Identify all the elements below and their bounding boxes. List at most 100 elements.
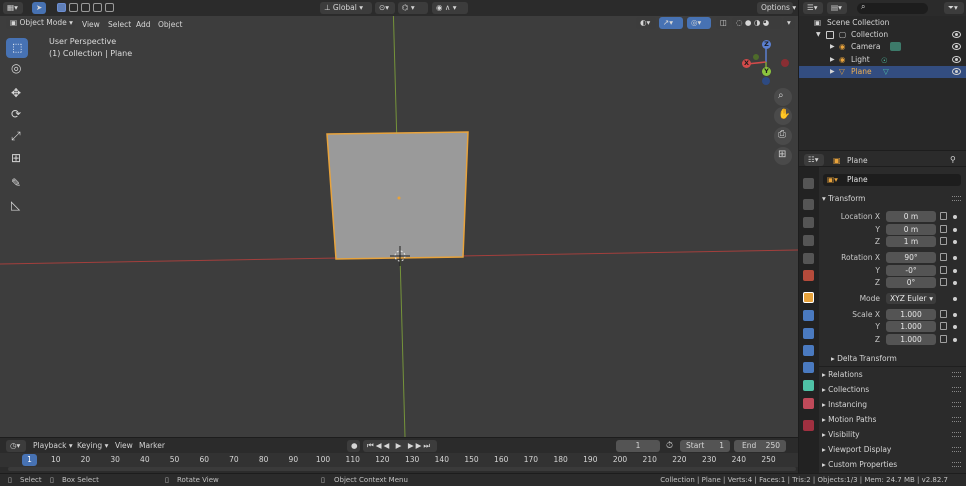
keyframe-icon[interactable] <box>953 297 957 301</box>
tool-move[interactable]: ✥ <box>6 84 28 104</box>
eye-icon[interactable] <box>952 31 961 38</box>
keyframe-icon[interactable] <box>953 228 957 232</box>
lock-icon[interactable] <box>940 335 947 343</box>
outliner-item-camera[interactable]: ▶ ◉ Camera <box>799 41 966 53</box>
panel-viewport-display-header[interactable]: ▸ Viewport Display <box>822 443 891 456</box>
tab-material[interactable] <box>803 398 814 409</box>
3d-viewport[interactable] <box>0 0 798 437</box>
tab-particles[interactable] <box>803 328 814 339</box>
gizmo-x-icon[interactable]: X <box>742 59 751 68</box>
record-button[interactable]: ● <box>347 440 360 452</box>
panel-motion-paths-header[interactable]: ▸ Motion Paths <box>822 413 876 426</box>
outliner-item-light[interactable]: ▶ ◉ Light ☉ <box>799 54 966 66</box>
scale-x-field[interactable]: 1.000 <box>886 309 936 320</box>
lock-icon[interactable] <box>940 310 947 318</box>
mode-subtract-icon[interactable] <box>81 3 90 12</box>
keyframe-icon[interactable] <box>953 256 957 260</box>
display-mode-dropdown[interactable]: ▤▾ <box>827 2 847 14</box>
lock-icon[interactable] <box>940 322 947 330</box>
pin-icon[interactable]: ⚲ <box>950 155 956 164</box>
tab-object[interactable] <box>803 292 814 303</box>
pan-button[interactable]: ✋ <box>774 107 792 125</box>
tab-texture[interactable] <box>803 420 814 431</box>
mode-intersect-icon[interactable] <box>105 3 114 12</box>
keyframe-icon[interactable] <box>953 325 957 329</box>
panel-collections-header[interactable]: ▸ Collections <box>822 383 869 396</box>
lock-icon[interactable] <box>940 212 947 220</box>
select-mode-button[interactable]: ➤ <box>32 2 46 14</box>
viewport-scene[interactable] <box>0 0 798 437</box>
tool-transform[interactable]: ⊞ <box>6 149 28 169</box>
tab-modifiers[interactable] <box>803 310 814 321</box>
xray-toggle[interactable]: ◫ <box>716 17 730 29</box>
keyframe-icon[interactable] <box>953 281 957 285</box>
gizmo-z-icon[interactable]: Z <box>762 40 771 49</box>
outliner-item-plane[interactable]: ▶ ▽ Plane ▽ <box>799 66 966 78</box>
tab-output[interactable] <box>803 217 814 228</box>
editor-type-button[interactable]: ▦▾ <box>3 2 23 14</box>
perspective-toggle[interactable]: ⊞ <box>774 147 792 165</box>
rotation-x-field[interactable]: 90° <box>886 252 936 263</box>
lock-icon[interactable] <box>940 237 947 245</box>
menu-add[interactable]: Add <box>136 19 151 31</box>
menu-view[interactable]: View <box>82 19 100 31</box>
checkbox-icon[interactable] <box>826 31 834 39</box>
tool-scale[interactable]: ⤢ <box>6 127 28 147</box>
location-z-field[interactable]: 1 m <box>886 236 936 247</box>
rotation-mode-dropdown[interactable]: XYZ Euler ▾ <box>886 293 936 304</box>
proportional-dropdown[interactable]: ◉ ∧ ▾ <box>432 2 468 14</box>
camera-view-button[interactable]: ⎙ <box>774 127 792 145</box>
tab-render[interactable] <box>803 199 814 210</box>
panel-custom-properties-header[interactable]: ▸ Custom Properties <box>822 458 897 471</box>
lock-icon[interactable] <box>940 278 947 286</box>
menu-keying[interactable]: Keying ▾ <box>77 440 108 452</box>
options-button[interactable]: Options ▾ <box>757 2 796 14</box>
drag-handle-icon[interactable] <box>952 372 961 377</box>
location-y-field[interactable]: 0 m <box>886 224 936 235</box>
lock-icon[interactable] <box>940 266 947 274</box>
tab-view-layer[interactable] <box>803 235 814 246</box>
object-name-field[interactable]: ▣▾ Plane <box>823 174 961 186</box>
shading-dropdown[interactable]: ▾ <box>783 17 795 29</box>
filter-dropdown[interactable]: ⏷▾ <box>944 2 964 14</box>
eye-icon[interactable] <box>952 68 961 75</box>
drag-handle-icon[interactable] <box>952 402 961 407</box>
tab-scene[interactable] <box>803 253 814 264</box>
keyframe-icon[interactable] <box>953 240 957 244</box>
tool-rotate[interactable]: ⟳ <box>6 105 28 125</box>
tab-tool[interactable] <box>803 178 814 189</box>
panel-visibility-header[interactable]: ▸ Visibility <box>822 428 860 441</box>
zoom-button[interactable]: ⌕ <box>774 88 792 106</box>
timeline-scrollbar[interactable] <box>8 467 796 471</box>
panel-transform-header[interactable]: ▾ Transform <box>822 192 865 205</box>
scale-z-field[interactable]: 1.000 <box>886 334 936 345</box>
start-frame-field[interactable]: Start 1 <box>680 440 730 452</box>
pivot-dropdown[interactable]: ⊙▾ <box>375 2 395 14</box>
mode-new-icon[interactable] <box>57 3 66 12</box>
lock-icon[interactable] <box>940 253 947 261</box>
overlay-toggle[interactable]: ◎▾ <box>687 17 711 29</box>
tool-cursor[interactable]: ◎ <box>6 59 28 79</box>
gizmo-y-icon[interactable]: Y <box>762 67 771 76</box>
menu-object[interactable]: Object <box>158 19 182 31</box>
keyframe-icon[interactable] <box>953 338 957 342</box>
drag-handle-icon[interactable] <box>952 417 961 422</box>
object-mode-dropdown[interactable]: ▣ Object Mode ▾ <box>6 17 75 29</box>
tab-physics[interactable] <box>803 345 814 356</box>
keyframe-icon[interactable] <box>953 215 957 219</box>
rotation-y-field[interactable]: -0° <box>886 265 936 276</box>
panel-instancing-header[interactable]: ▸ Instancing <box>822 398 867 411</box>
tab-constraints[interactable] <box>803 362 814 373</box>
current-frame-field[interactable]: 1 <box>616 440 660 452</box>
eye-icon[interactable] <box>952 43 961 50</box>
drag-handle-icon[interactable] <box>952 432 961 437</box>
menu-timeline-view[interactable]: View <box>115 440 133 452</box>
tool-measure[interactable]: ◺ <box>6 196 28 216</box>
end-frame-field[interactable]: End 250 <box>734 440 786 452</box>
eye-icon[interactable] <box>952 56 961 63</box>
drag-handle-icon[interactable] <box>952 196 961 201</box>
menu-playback[interactable]: Playback ▾ <box>33 440 73 452</box>
drag-handle-icon[interactable] <box>952 447 961 452</box>
drag-handle-icon[interactable] <box>952 387 961 392</box>
rotation-z-field[interactable]: 0° <box>886 277 936 288</box>
